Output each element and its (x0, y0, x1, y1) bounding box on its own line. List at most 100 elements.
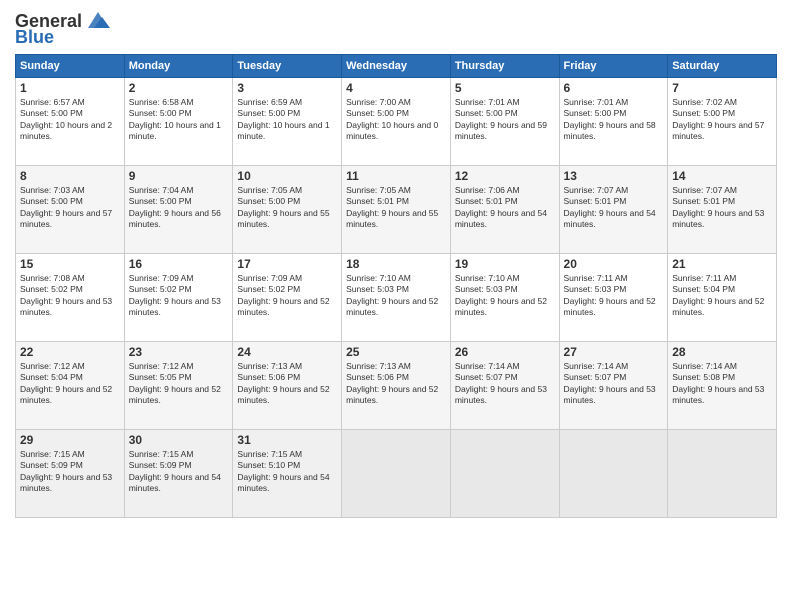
sunset-text: Sunset: 5:00 PM (129, 196, 192, 206)
daylight-text: Daylight: 9 hours and 58 minutes. (564, 120, 656, 141)
cell-details: Sunrise: 7:04 AM Sunset: 5:00 PM Dayligh… (129, 185, 229, 231)
calendar-cell: 17 Sunrise: 7:09 AM Sunset: 5:02 PM Dayl… (233, 254, 342, 342)
sunrise-text: Sunrise: 7:10 AM (346, 273, 411, 283)
calendar-cell: 12 Sunrise: 7:06 AM Sunset: 5:01 PM Dayl… (450, 166, 559, 254)
sunset-text: Sunset: 5:05 PM (129, 372, 192, 382)
sunrise-text: Sunrise: 7:15 AM (237, 449, 302, 459)
sunset-text: Sunset: 5:06 PM (237, 372, 300, 382)
calendar-cell: 28 Sunrise: 7:14 AM Sunset: 5:08 PM Dayl… (668, 342, 777, 430)
col-friday: Friday (559, 55, 668, 78)
daylight-text: Daylight: 9 hours and 54 minutes. (129, 472, 221, 493)
sunset-text: Sunset: 5:06 PM (346, 372, 409, 382)
daylight-text: Daylight: 9 hours and 52 minutes. (672, 296, 764, 317)
sunrise-text: Sunrise: 7:12 AM (129, 361, 194, 371)
sunrise-text: Sunrise: 7:05 AM (346, 185, 411, 195)
calendar-cell: 7 Sunrise: 7:02 AM Sunset: 5:00 PM Dayli… (668, 78, 777, 166)
sunrise-text: Sunrise: 7:09 AM (129, 273, 194, 283)
calendar-cell: 13 Sunrise: 7:07 AM Sunset: 5:01 PM Dayl… (559, 166, 668, 254)
calendar-cell: 8 Sunrise: 7:03 AM Sunset: 5:00 PM Dayli… (16, 166, 125, 254)
calendar-cell: 18 Sunrise: 7:10 AM Sunset: 5:03 PM Dayl… (342, 254, 451, 342)
daylight-text: Daylight: 9 hours and 53 minutes. (20, 472, 112, 493)
calendar-cell: 26 Sunrise: 7:14 AM Sunset: 5:07 PM Dayl… (450, 342, 559, 430)
day-number: 2 (129, 81, 229, 95)
header: General Blue (15, 10, 777, 46)
day-number: 26 (455, 345, 555, 359)
sunset-text: Sunset: 5:03 PM (455, 284, 518, 294)
sunrise-text: Sunrise: 7:04 AM (129, 185, 194, 195)
sunrise-text: Sunrise: 7:13 AM (237, 361, 302, 371)
calendar-cell: 2 Sunrise: 6:58 AM Sunset: 5:00 PM Dayli… (124, 78, 233, 166)
daylight-text: Daylight: 9 hours and 56 minutes. (129, 208, 221, 229)
calendar-header-row: Sunday Monday Tuesday Wednesday Thursday… (16, 55, 777, 78)
daylight-text: Daylight: 9 hours and 53 minutes. (672, 384, 764, 405)
sunrise-text: Sunrise: 7:10 AM (455, 273, 520, 283)
sunset-text: Sunset: 5:00 PM (564, 108, 627, 118)
sunset-text: Sunset: 5:09 PM (20, 460, 83, 470)
cell-details: Sunrise: 7:12 AM Sunset: 5:04 PM Dayligh… (20, 361, 120, 407)
daylight-text: Daylight: 9 hours and 52 minutes. (455, 296, 547, 317)
sunset-text: Sunset: 5:00 PM (237, 196, 300, 206)
calendar-cell: 25 Sunrise: 7:13 AM Sunset: 5:06 PM Dayl… (342, 342, 451, 430)
col-thursday: Thursday (450, 55, 559, 78)
col-sunday: Sunday (16, 55, 125, 78)
calendar-table: Sunday Monday Tuesday Wednesday Thursday… (15, 54, 777, 518)
day-number: 23 (129, 345, 229, 359)
logo: General Blue (15, 10, 112, 46)
calendar-cell: 9 Sunrise: 7:04 AM Sunset: 5:00 PM Dayli… (124, 166, 233, 254)
daylight-text: Daylight: 10 hours and 2 minutes. (20, 120, 112, 141)
calendar-cell: 27 Sunrise: 7:14 AM Sunset: 5:07 PM Dayl… (559, 342, 668, 430)
day-number: 7 (672, 81, 772, 95)
sunrise-text: Sunrise: 6:58 AM (129, 97, 194, 107)
cell-details: Sunrise: 7:11 AM Sunset: 5:04 PM Dayligh… (672, 273, 772, 319)
sunrise-text: Sunrise: 7:15 AM (20, 449, 85, 459)
cell-details: Sunrise: 7:05 AM Sunset: 5:01 PM Dayligh… (346, 185, 446, 231)
daylight-text: Daylight: 9 hours and 57 minutes. (20, 208, 112, 229)
daylight-text: Daylight: 9 hours and 52 minutes. (346, 296, 438, 317)
day-number: 3 (237, 81, 337, 95)
sunset-text: Sunset: 5:04 PM (672, 284, 735, 294)
daylight-text: Daylight: 9 hours and 52 minutes. (237, 296, 329, 317)
day-number: 11 (346, 169, 446, 183)
daylight-text: Daylight: 9 hours and 54 minutes. (564, 208, 656, 229)
daylight-text: Daylight: 10 hours and 0 minutes. (346, 120, 438, 141)
daylight-text: Daylight: 9 hours and 53 minutes. (20, 296, 112, 317)
cell-details: Sunrise: 7:14 AM Sunset: 5:07 PM Dayligh… (455, 361, 555, 407)
sunrise-text: Sunrise: 7:07 AM (672, 185, 737, 195)
day-number: 5 (455, 81, 555, 95)
cell-details: Sunrise: 7:02 AM Sunset: 5:00 PM Dayligh… (672, 97, 772, 143)
calendar-cell: 1 Sunrise: 6:57 AM Sunset: 5:00 PM Dayli… (16, 78, 125, 166)
sunset-text: Sunset: 5:00 PM (455, 108, 518, 118)
day-number: 9 (129, 169, 229, 183)
day-number: 8 (20, 169, 120, 183)
calendar-cell: 23 Sunrise: 7:12 AM Sunset: 5:05 PM Dayl… (124, 342, 233, 430)
daylight-text: Daylight: 9 hours and 53 minutes. (564, 384, 656, 405)
week-row-3: 15 Sunrise: 7:08 AM Sunset: 5:02 PM Dayl… (16, 254, 777, 342)
sunrise-text: Sunrise: 7:08 AM (20, 273, 85, 283)
cell-details: Sunrise: 7:12 AM Sunset: 5:05 PM Dayligh… (129, 361, 229, 407)
cell-details: Sunrise: 7:01 AM Sunset: 5:00 PM Dayligh… (455, 97, 555, 143)
day-number: 27 (564, 345, 664, 359)
cell-details: Sunrise: 6:58 AM Sunset: 5:00 PM Dayligh… (129, 97, 229, 143)
cell-details: Sunrise: 7:10 AM Sunset: 5:03 PM Dayligh… (455, 273, 555, 319)
day-number: 13 (564, 169, 664, 183)
day-number: 21 (672, 257, 772, 271)
cell-details: Sunrise: 7:14 AM Sunset: 5:07 PM Dayligh… (564, 361, 664, 407)
calendar-cell (342, 430, 451, 518)
sunset-text: Sunset: 5:04 PM (20, 372, 83, 382)
daylight-text: Daylight: 9 hours and 59 minutes. (455, 120, 547, 141)
daylight-text: Daylight: 9 hours and 57 minutes. (672, 120, 764, 141)
sunrise-text: Sunrise: 7:03 AM (20, 185, 85, 195)
week-row-2: 8 Sunrise: 7:03 AM Sunset: 5:00 PM Dayli… (16, 166, 777, 254)
day-number: 16 (129, 257, 229, 271)
daylight-text: Daylight: 9 hours and 54 minutes. (455, 208, 547, 229)
day-number: 24 (237, 345, 337, 359)
calendar-cell: 19 Sunrise: 7:10 AM Sunset: 5:03 PM Dayl… (450, 254, 559, 342)
logo-icon (84, 10, 112, 30)
sunrise-text: Sunrise: 7:01 AM (455, 97, 520, 107)
sunset-text: Sunset: 5:02 PM (237, 284, 300, 294)
calendar-cell (559, 430, 668, 518)
col-tuesday: Tuesday (233, 55, 342, 78)
sunrise-text: Sunrise: 7:07 AM (564, 185, 629, 195)
sunset-text: Sunset: 5:02 PM (129, 284, 192, 294)
day-number: 4 (346, 81, 446, 95)
